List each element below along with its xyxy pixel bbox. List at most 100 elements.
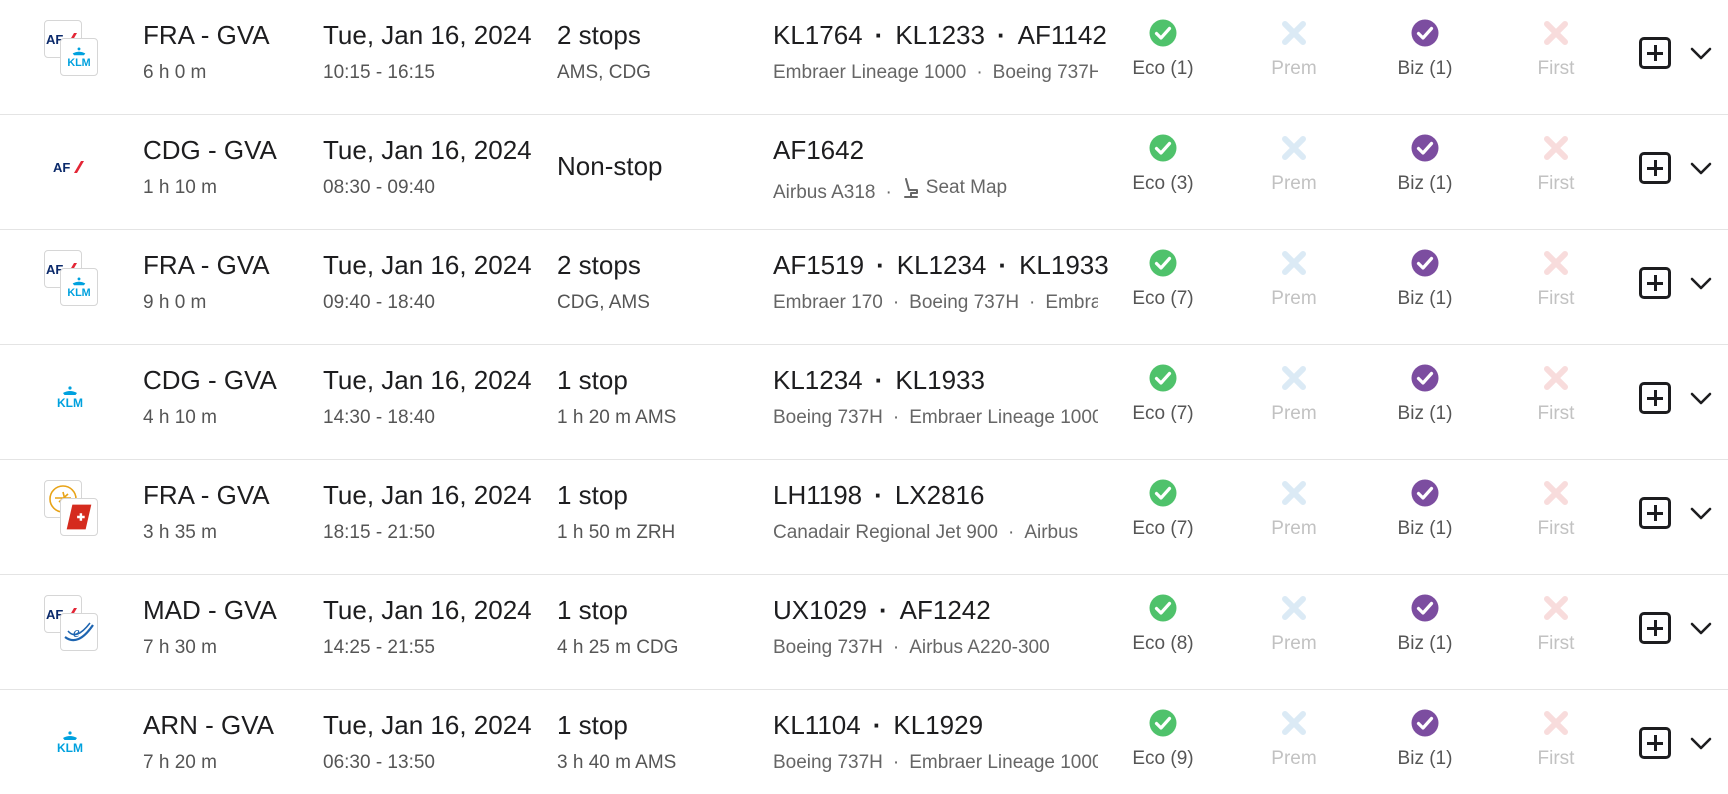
cabin-first: First <box>1501 248 1611 310</box>
aircraft-type: Airbus A318 <box>773 182 876 203</box>
first-availability: First <box>1537 58 1575 79</box>
first-availability: First <box>1537 748 1575 769</box>
business-availability: Biz (1) <box>1397 288 1453 309</box>
economy-availability: Eco (1) <box>1132 58 1194 79</box>
business-availability: Biz (1) <box>1397 58 1453 79</box>
flight-times: 08:30 - 09:40 <box>323 177 435 198</box>
x-icon <box>1544 481 1568 505</box>
airline-logo-tile: KLM <box>44 377 96 417</box>
aircraft-type: Boeing 737H <box>909 292 1020 313</box>
cabin-first: First <box>1501 708 1611 770</box>
add-button[interactable] <box>1639 267 1671 299</box>
economy-availability: Eco (7) <box>1132 288 1194 309</box>
route: MAD - GVA <box>143 595 277 625</box>
flight-number: KL1234 <box>896 250 987 280</box>
chevron-down-icon[interactable] <box>1688 500 1714 526</box>
check-circle-icon <box>1149 249 1177 277</box>
flight-number: UX1029 <box>773 595 867 625</box>
departure-date: Tue, Jan 16, 2024 <box>323 250 532 280</box>
aircraft-list: Embraer 170 · Boeing 737H · Embraer <box>773 292 1098 314</box>
add-button[interactable] <box>1639 612 1671 644</box>
separator-dot: · <box>892 407 900 428</box>
stops-count: Non-stop <box>557 151 663 181</box>
airline-logos: AF <box>40 135 102 197</box>
stops-detail: 4 h 25 m CDG <box>557 637 679 658</box>
chevron-down-icon[interactable] <box>1688 615 1714 641</box>
aircraft-list: Boeing 737H · Airbus A220-300 <box>773 637 1098 659</box>
flight-row[interactable]: KLM CDG - GVA 4 h 10 m Tue, Jan 16, 2024… <box>0 345 1728 460</box>
stops-count: 1 stop <box>557 480 628 510</box>
cabin-business: Biz (1) <box>1370 363 1480 425</box>
separator-dot: · <box>876 250 885 280</box>
stops-detail: 1 h 50 m ZRH <box>557 522 676 543</box>
seat-map-link[interactable]: Seat Map <box>902 177 1007 199</box>
departure-date: Tue, Jan 16, 2024 <box>323 710 532 740</box>
x-icon <box>1544 711 1568 735</box>
cabin-premium: Prem <box>1239 18 1349 80</box>
cabin-premium: Prem <box>1239 478 1349 540</box>
departure-date: Tue, Jan 16, 2024 <box>323 595 532 625</box>
flight-row[interactable]: AF e MAD - GVA 7 h 30 m Tue, Jan 16, 2024… <box>0 575 1728 690</box>
premium-availability: Prem <box>1271 748 1317 769</box>
check-circle-icon <box>1149 594 1177 622</box>
check-circle-icon <box>1411 709 1439 737</box>
chevron-down-icon[interactable] <box>1688 40 1714 66</box>
airline-logo-tile: KLM <box>60 38 98 76</box>
duration: 4 h 10 m <box>143 407 217 428</box>
check-circle-icon <box>1411 134 1439 162</box>
route: ARN - GVA <box>143 710 274 740</box>
add-button[interactable] <box>1639 497 1671 529</box>
flight-row[interactable]: AF KLM FRA - GVA 9 h 0 m Tue, Jan 16, 202… <box>0 230 1728 345</box>
business-availability: Biz (1) <box>1397 403 1453 424</box>
flight-row[interactable]: KLM ARN - GVA 7 h 20 m Tue, Jan 16, 2024… <box>0 690 1728 794</box>
chevron-down-icon[interactable] <box>1688 270 1714 296</box>
flight-row[interactable]: AF KLM FRA - GVA 6 h 0 m Tue, Jan 16, 202… <box>0 0 1728 115</box>
flight-number: AF1142 <box>1017 20 1107 50</box>
chevron-down-icon[interactable] <box>1688 155 1714 181</box>
x-icon <box>1544 366 1568 390</box>
flight-times: 06:30 - 13:50 <box>323 752 435 773</box>
first-availability: First <box>1537 288 1575 309</box>
add-button[interactable] <box>1639 37 1671 69</box>
flight-results-list: AF KLM FRA - GVA 6 h 0 m Tue, Jan 16, 202… <box>0 0 1728 794</box>
duration: 9 h 0 m <box>143 292 207 313</box>
separator-dot: · <box>1008 522 1015 543</box>
check-circle-icon <box>1149 709 1177 737</box>
check-circle-icon <box>1411 594 1439 622</box>
premium-availability: Prem <box>1271 288 1317 309</box>
stops-count: 2 stops <box>557 20 641 50</box>
first-availability: First <box>1537 173 1575 194</box>
route: CDG - GVA <box>143 365 277 395</box>
add-button[interactable] <box>1639 152 1671 184</box>
chevron-down-icon[interactable] <box>1688 730 1714 756</box>
aircraft-type: Canadair Regional Jet 900 <box>773 522 998 543</box>
stops-detail: 3 h 40 m AMS <box>557 752 677 773</box>
premium-availability: Prem <box>1271 518 1317 539</box>
duration: 6 h 0 m <box>143 62 207 83</box>
add-button[interactable] <box>1639 727 1671 759</box>
stops-count: 1 stop <box>557 710 628 740</box>
separator-dot: · <box>892 637 900 658</box>
flight-number: KL1104 <box>773 710 861 740</box>
cabin-first: First <box>1501 593 1611 655</box>
x-icon <box>1544 21 1568 45</box>
aircraft-type: Embraer 170 <box>773 292 883 313</box>
aircraft-type: Embraer Lineage 1000 <box>909 407 1098 428</box>
svg-text:AF: AF <box>53 160 70 175</box>
aircraft-list: Boeing 737H · Embraer Lineage 1000 <box>773 407 1098 429</box>
flight-row[interactable]: FRA - GVA 3 h 35 m Tue, Jan 16, 2024 18:… <box>0 460 1728 575</box>
cabin-premium: Prem <box>1239 363 1349 425</box>
x-icon <box>1282 596 1306 620</box>
aircraft-type: Boeing 737H <box>992 62 1098 83</box>
duration: 1 h 10 m <box>143 177 217 198</box>
add-button[interactable] <box>1639 382 1671 414</box>
chevron-down-icon[interactable] <box>1688 385 1714 411</box>
flight-row[interactable]: AF CDG - GVA 1 h 10 m Tue, Jan 16, 2024 … <box>0 115 1728 230</box>
cabin-first: First <box>1501 133 1611 195</box>
aircraft-list: Embraer Lineage 1000 · Boeing 737H <box>773 62 1098 84</box>
x-icon <box>1282 711 1306 735</box>
aircraft-type: Boeing 737H <box>773 407 883 428</box>
cabin-economy: Eco (7) <box>1108 248 1218 310</box>
svg-text:KLM: KLM <box>57 396 83 409</box>
flight-number: AF1519 <box>773 250 865 280</box>
